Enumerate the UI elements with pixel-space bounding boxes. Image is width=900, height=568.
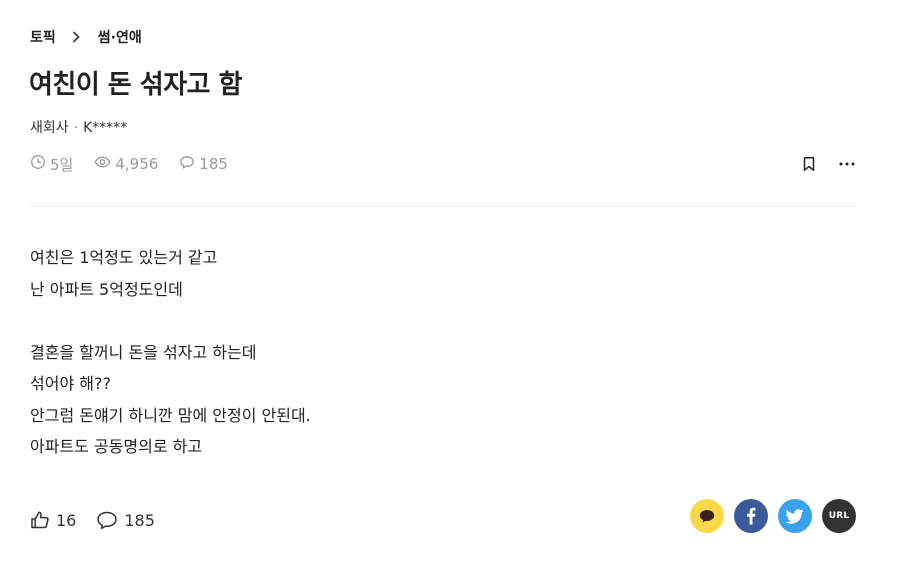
kakaotalk-icon	[699, 510, 715, 523]
share-twitter-button[interactable]	[778, 499, 812, 533]
like-count: 16	[56, 510, 77, 530]
bookmark-button[interactable]	[800, 154, 818, 174]
post-body-line: 난 아파트 5억정도인데	[30, 279, 183, 299]
breadcrumb: 토픽 썸·연애	[30, 28, 142, 46]
bookmark-icon	[803, 157, 815, 171]
post-author[interactable]: 새회사 · K*****	[30, 117, 127, 137]
share-facebook-button[interactable]	[734, 499, 768, 533]
comment-icon	[97, 511, 118, 530]
twitter-icon	[786, 508, 804, 524]
post-actions: 16 185	[30, 508, 155, 532]
post-body-line: 섞어야 해??	[30, 374, 111, 393]
post-body: 여친은 1억정도 있는거 같고 난 아파트 5억정도인데 결혼을 할꺼니 돈을 …	[30, 242, 311, 463]
post-body-line	[30, 305, 311, 337]
eye-icon	[94, 154, 115, 174]
post-comments: 185	[179, 154, 228, 174]
chevron-right-icon	[66, 28, 86, 46]
like-button[interactable]: 16	[30, 510, 76, 530]
comment-button[interactable]: 185	[96, 510, 155, 530]
post-body-line: 안그럼 돈얘기 하니깐 맘에 안정이 안된대.	[30, 405, 311, 425]
share-kakao-button[interactable]	[690, 499, 724, 533]
post-time-text: 5일	[50, 155, 74, 174]
post-tools	[800, 154, 856, 174]
post-time: 5일	[30, 154, 73, 175]
author-name: K*****	[83, 120, 128, 136]
thumbs-up-icon	[31, 511, 49, 529]
post-views: 4,956	[94, 154, 158, 174]
post-body-line: 여친은 1억정도 있는거 같고	[30, 248, 218, 267]
post-title: 여친이 돈 섞자고 함	[29, 70, 243, 100]
more-icon	[839, 162, 855, 166]
share-buttons: URL	[690, 499, 856, 533]
author-separator: ·	[73, 120, 79, 136]
clock-icon	[30, 154, 50, 174]
author-company: 새회사	[30, 120, 69, 136]
facebook-icon	[747, 507, 756, 525]
divider	[30, 206, 856, 207]
comment-count: 185	[124, 510, 155, 530]
post-meta: 5일 4,956 185	[30, 154, 249, 174]
post-comments-text: 185	[199, 155, 228, 173]
share-url-button[interactable]: URL	[822, 499, 856, 533]
breadcrumb-topic-link[interactable]: 토픽	[30, 27, 56, 47]
breadcrumb-category-link[interactable]: 썸·연애	[98, 27, 142, 47]
post-body-line: 아파트도 공동명의로 하고	[30, 437, 203, 456]
more-button[interactable]	[838, 154, 856, 174]
comment-icon	[179, 154, 199, 174]
post-views-text: 4,956	[115, 155, 159, 173]
post-body-line: 결혼을 할꺼니 돈을 섞자고 하는데	[30, 342, 257, 362]
